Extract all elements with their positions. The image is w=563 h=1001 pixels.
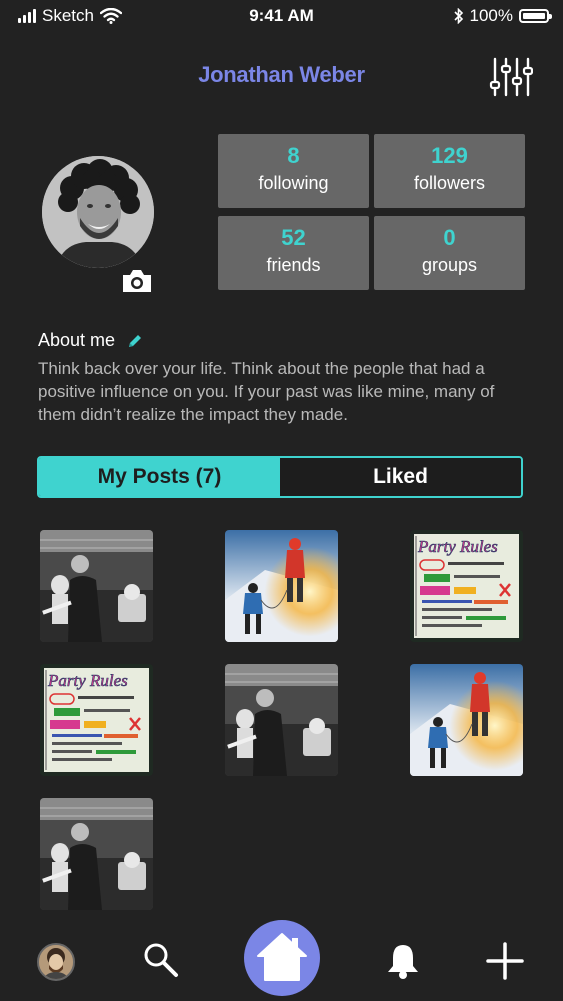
bell-icon[interactable]	[385, 942, 421, 980]
search-icon[interactable]	[142, 941, 180, 979]
about-title: About me	[38, 330, 116, 350]
posts-tabs: My Posts (7) Liked	[37, 456, 523, 498]
post-thumbnail-climbers-photo[interactable]	[410, 664, 523, 776]
post-thumbnail-band-photo[interactable]	[40, 798, 153, 910]
post-thumbnail-climbers-photo[interactable]	[225, 530, 338, 642]
tab-liked[interactable]: Liked	[280, 458, 521, 496]
nav-profile-avatar[interactable]	[37, 943, 75, 981]
status-right: 100%	[453, 6, 552, 26]
stat-value: 52	[281, 225, 306, 250]
stat-value: 8	[287, 143, 300, 168]
bluetooth-icon	[453, 8, 463, 24]
edit-pencil-icon[interactable]	[127, 333, 143, 349]
camera-icon[interactable]	[120, 268, 154, 294]
post-thumbnail-party-rules-sign[interactable]: Party Rules	[410, 530, 523, 642]
bottom-nav	[0, 920, 563, 1000]
stat-label: following	[258, 173, 329, 193]
stat-label: friends	[266, 255, 321, 275]
stat-following[interactable]: 8 following	[218, 134, 369, 208]
avatar-portrait	[42, 156, 154, 268]
stat-followers[interactable]: 129 followers	[374, 134, 525, 208]
stat-label: groups	[421, 255, 478, 275]
post-thumbnail-party-rules-sign[interactable]: Party Rules	[40, 664, 153, 776]
post-thumbnail-band-photo[interactable]	[40, 530, 153, 642]
party-rules-label: Party Rules	[417, 537, 498, 556]
stat-groups[interactable]: 0 groups	[374, 216, 525, 290]
stat-value: 129	[431, 143, 468, 168]
party-rules-label: Party Rules	[47, 671, 128, 690]
stat-label: followers	[413, 173, 486, 193]
plus-icon[interactable]	[486, 942, 524, 980]
home-icon	[257, 933, 307, 981]
profile-name: Jonathan Weber	[198, 62, 365, 87]
about-text: Think back over your life. Think about t…	[38, 359, 495, 424]
tab-my-posts[interactable]: My Posts (7)	[39, 458, 280, 496]
stat-value: 0	[443, 225, 456, 250]
about-header: About me	[38, 330, 143, 351]
battery-percent: 100%	[469, 6, 513, 25]
post-thumbnail-band-photo[interactable]	[225, 664, 338, 776]
stat-friends[interactable]: 52 friends	[218, 216, 369, 290]
home-button[interactable]	[244, 920, 320, 996]
status-bar: Sketch 9:41 AM 100%	[0, 0, 563, 32]
profile-stats: 8 following 129 followers 52 friends 0 g…	[218, 134, 525, 291]
settings-sliders-icon[interactable]	[489, 56, 534, 98]
profile-avatar[interactable]	[42, 156, 154, 268]
battery-icon	[519, 9, 552, 23]
